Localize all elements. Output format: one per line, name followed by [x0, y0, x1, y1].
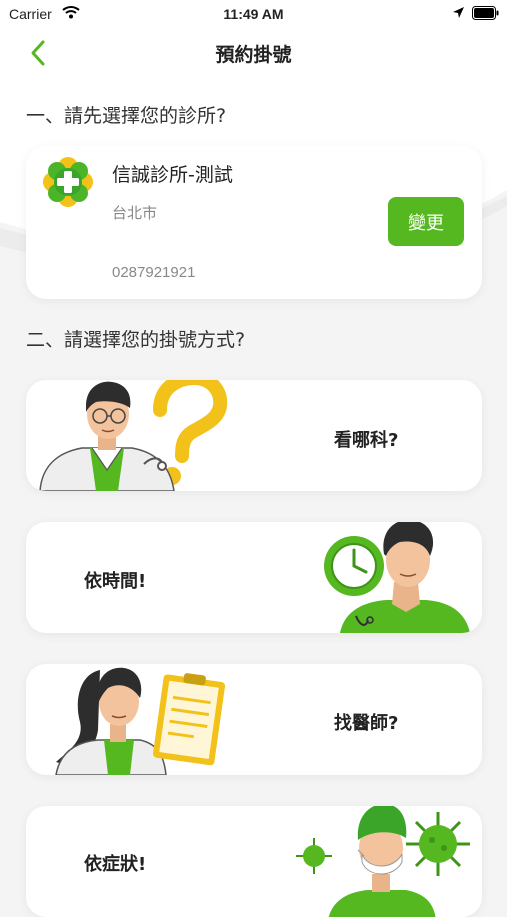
method-label-time: 依時間!: [84, 571, 147, 592]
clinic-phone: 0287921921: [112, 264, 196, 281]
method-card-time[interactable]: 依時間!: [26, 522, 482, 633]
status-bar: Carrier 11:49 AM: [0, 0, 507, 30]
doctor-question-illustration: [39, 380, 228, 491]
method-label-doctor: 找醫師?: [334, 713, 399, 734]
clinic-card: 信誠診所-測試 台北市 0287921921 變更: [26, 146, 482, 299]
method-label-department: 看哪科?: [334, 430, 399, 451]
doctor-clock-illustration: [324, 522, 470, 633]
clinic-logo-icon: [42, 156, 94, 208]
method-label-symptom: 依症狀!: [84, 854, 147, 875]
doctor-virus-illustration: [296, 806, 470, 917]
method-card-symptom[interactable]: 依症狀!: [26, 806, 482, 917]
section-title-clinic: 一、請先選擇您的診所?: [26, 105, 227, 127]
doctor-clipboard-illustration: [55, 667, 226, 775]
clock-label: 11:49 AM: [223, 6, 284, 22]
clinic-name: 信誠診所-測試: [112, 164, 233, 186]
method-card-department[interactable]: 看哪科?: [26, 380, 482, 491]
clinic-city: 台北市: [112, 204, 158, 222]
nav-bar: 預約掛號: [0, 30, 507, 76]
change-clinic-button[interactable]: 變更: [388, 197, 464, 246]
section-title-method: 二、請選擇您的掛號方式?: [26, 329, 246, 351]
method-card-doctor[interactable]: 找醫師?: [26, 664, 482, 775]
page-title: 預約掛號: [215, 44, 292, 66]
location-arrow-icon: [452, 6, 465, 22]
battery-icon: [472, 6, 499, 23]
